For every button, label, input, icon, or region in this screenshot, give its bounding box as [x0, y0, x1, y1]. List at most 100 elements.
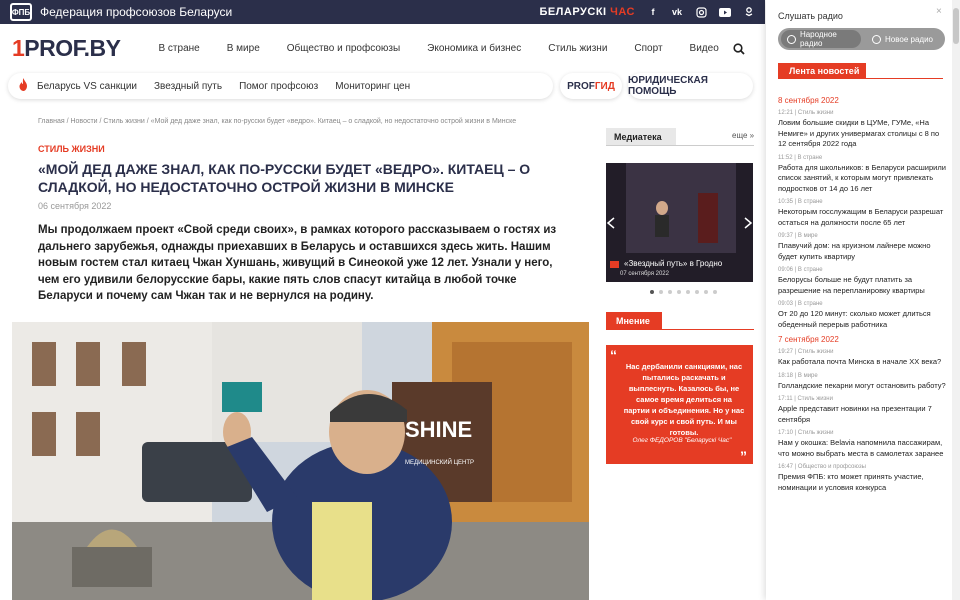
top-bar: ФПБ Федерация профсоюзов Беларуси БЕЛАРУ…: [0, 0, 765, 24]
facebook-icon[interactable]: f: [647, 6, 659, 18]
photo-sign-clinic: МЕДИЦИНСКИЙ ЦЕНТР: [405, 460, 475, 466]
carousel-dot[interactable]: [677, 290, 681, 294]
mic-icon: [787, 34, 796, 44]
profgid-button[interactable]: PROF ГИД: [560, 73, 622, 99]
search-icon[interactable]: [733, 43, 745, 55]
opinion-divider: [606, 329, 754, 330]
odnoklassniki-icon[interactable]: [743, 6, 755, 18]
news-feed-tab[interactable]: Лента новостей: [778, 63, 866, 78]
opinion-tab[interactable]: Мнение: [606, 312, 662, 329]
article-lead: Мы продолжаем проект «Свой среди своих»,…: [38, 224, 557, 302]
carousel-dots: [650, 290, 717, 294]
feed-meta: 09:06 | В стране: [778, 267, 823, 273]
topic-monitoring-cen[interactable]: Мониторинг цен: [335, 81, 410, 92]
feed-title[interactable]: Работа для школьников: в Беларуси расшир…: [778, 163, 946, 195]
logo-part-b: PROF.BY: [24, 34, 121, 61]
nav-sport[interactable]: Спорт: [634, 43, 662, 54]
article-photo: SHINE МЕДИЦИНСКИЙ ЦЕНТР: [12, 322, 589, 600]
carousel-dot[interactable]: [704, 290, 708, 294]
site-header: 1PROF.BY В стране В мире Общество и проф…: [0, 24, 765, 72]
media-card-date: 07 сентября 2022: [620, 271, 669, 277]
feed-title[interactable]: Голландские пекарни могут остановить раб…: [778, 381, 946, 392]
topic-zvezdny-put[interactable]: Звездный путь: [154, 81, 222, 92]
opinion-card[interactable]: “ Нас дербанили санкциями, нас пытались …: [606, 345, 753, 464]
carousel-dot[interactable]: [713, 290, 717, 294]
feed-item[interactable]: 17:10 | Стиль жизни Нам у окошка: Belavi…: [778, 430, 946, 459]
breadcrumb[interactable]: Главная / Новости / Стиль жизни / «Мой д…: [38, 118, 516, 125]
photo-sign-shine: SHINE: [405, 417, 473, 442]
vk-icon[interactable]: vk: [671, 6, 683, 18]
feed-meta: 17:11 | Стиль жизни: [778, 396, 833, 402]
profgid-a: PROF: [567, 80, 595, 92]
nav-ekonomika[interactable]: Экономика и бизнес: [427, 43, 521, 54]
feed-item[interactable]: 10:35 | В стране Некоторым госслужащим в…: [778, 199, 946, 228]
carousel-dot[interactable]: [695, 290, 699, 294]
media-more-link[interactable]: еще »: [732, 131, 754, 140]
feed-title[interactable]: Нам у окошка: Belavia напомнила пассажир…: [778, 438, 946, 459]
nav-v-mire[interactable]: В мире: [227, 43, 260, 54]
radio-brand-b: ЧАС: [610, 6, 635, 18]
feed-title[interactable]: Как работала почта Минска в начале XX ве…: [778, 357, 946, 368]
scrollbar-thumb[interactable]: [953, 8, 959, 44]
feed-item[interactable]: 12:21 | Стиль жизни Ловим большие скидки…: [778, 110, 946, 150]
feed-title[interactable]: Плавучий дом: на круизном лайнере можно …: [778, 241, 946, 262]
section-tag[interactable]: СТИЛЬ ЖИЗНИ: [38, 144, 105, 154]
news-feed: 8 сентября 2022 12:21 | Стиль жизни Лови…: [778, 96, 946, 498]
feed-title[interactable]: Премия ФПБ: кто может принять участие, н…: [778, 472, 946, 493]
feed-title[interactable]: Ловим большие скидки в ЦУМе, ГУМе, «На Н…: [778, 118, 946, 150]
site-logo[interactable]: 1PROF.BY: [12, 34, 121, 62]
nav-stil-zhizni[interactable]: Стиль жизни: [548, 43, 607, 54]
feed-meta: 19:27 | Стиль жизни: [778, 349, 834, 355]
news-divider: [778, 78, 943, 79]
listen-radio-label: Слушать радио: [778, 11, 843, 21]
feed-item[interactable]: 11:52 | В стране Работа для школьников: …: [778, 155, 946, 195]
topic-belarus-vs-sanctions[interactable]: Беларусь VS санкции: [37, 81, 137, 92]
media-tab[interactable]: Медиатека: [606, 128, 676, 145]
youtube-icon[interactable]: [719, 6, 731, 18]
radio-option-narodnoe[interactable]: Народное радио: [781, 30, 861, 48]
feed-item[interactable]: 17:11 | Стиль жизни Apple представит нов…: [778, 396, 946, 425]
legal-help-button[interactable]: ЮРИДИЧЕСКАЯ ПОМОЩЬ: [628, 73, 753, 99]
feed-title[interactable]: Apple представит новинки на презентации …: [778, 404, 946, 425]
belarusky-chas-link[interactable]: БЕЛАРУСКІ ЧАС: [539, 6, 635, 18]
feed-day: 8 сентября 2022: [778, 96, 839, 105]
feed-item[interactable]: 09:37 | В мире Плавучий дом: на круизном…: [778, 233, 946, 262]
carousel-dot[interactable]: [686, 290, 690, 294]
feed-meta: 10:35 | В стране: [778, 199, 823, 205]
carousel-dot[interactable]: [659, 290, 663, 294]
media-card-title[interactable]: «Звездный путь» в Гродно: [624, 259, 722, 268]
feed-item[interactable]: 16:47 | Общество и профсоюзы Премия ФПБ:…: [778, 464, 946, 493]
radio-brand-a: БЕЛАРУСКІ: [539, 6, 607, 18]
feed-item[interactable]: 18:18 | В мире Голландские пекарни могут…: [778, 373, 946, 392]
carousel-dot[interactable]: [668, 290, 672, 294]
quote-close-icon: ”: [740, 448, 747, 464]
article-date: 06 сентября 2022: [38, 201, 112, 211]
feed-item[interactable]: 09:06 | В стране Белорусы больше не буду…: [778, 267, 946, 296]
feed-meta: 09:03 | В стране: [778, 301, 823, 307]
feed-title[interactable]: Некоторым госслужащим в Беларуси разреша…: [778, 207, 946, 228]
carousel-dot[interactable]: [650, 290, 654, 294]
article-title: «МОЙ ДЕД ДАЖЕ ЗНАЛ, КАК ПО-РУССКИ БУДЕТ …: [38, 161, 531, 195]
feed-meta: 11:52 | В стране: [778, 154, 823, 161]
media-divider: [606, 145, 754, 146]
fpb-logo[interactable]: ФПБ: [10, 3, 32, 21]
opinion-quote: Нас дербанили санкциями, нас пытались ра…: [623, 362, 745, 437]
close-icon[interactable]: ×: [936, 6, 942, 17]
feed-title[interactable]: От 20 до 120 минут: сколько может длитьс…: [778, 309, 946, 330]
feed-title[interactable]: Белорусы больше не будут платить за разр…: [778, 275, 946, 296]
instagram-icon[interactable]: [695, 6, 707, 18]
topic-pomog-profsoyuz[interactable]: Помог профсоюз: [239, 81, 318, 92]
video-icon: [610, 261, 619, 268]
federation-title[interactable]: Федерация профсоюзов Беларуси: [40, 5, 232, 19]
scrollbar[interactable]: [952, 0, 960, 600]
feed-item[interactable]: 09:03 | В стране От 20 до 120 минут: ско…: [778, 301, 946, 330]
nav-v-strane[interactable]: В стране: [158, 43, 199, 54]
feed-item[interactable]: 19:27 | Стиль жизни Как работала почта М…: [778, 349, 946, 368]
radio-option-novoe[interactable]: Новое радио: [866, 30, 942, 48]
nav-video[interactable]: Видео: [690, 43, 719, 54]
radio-option-label: Новое радио: [885, 34, 933, 44]
globe-icon: [872, 34, 881, 44]
feed-day: 7 сентября 2022: [778, 335, 839, 344]
nav-obshchestvo[interactable]: Общество и профсоюзы: [287, 43, 400, 54]
topic-bar: Беларусь VS санкции Звездный путь Помог …: [8, 73, 553, 99]
